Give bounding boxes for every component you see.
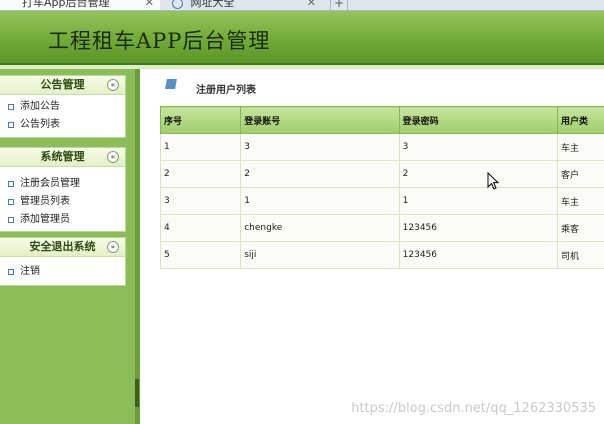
menu-group-system: 系统管理 « 注册会员管理 管理员列表 添加管理员: [0, 147, 126, 232]
cell-account: siji: [240, 241, 400, 269]
main-content: 注册用户列表 序号 登录账号 登录密码 用户类 1 3 3 车主 2 2 2 客…: [140, 69, 604, 424]
menu-group-title: 安全退出系统: [29, 240, 96, 253]
table-header-row: 序号 登录账号 登录密码 用户类: [159, 106, 604, 134]
sidebar-item-member-management[interactable]: 注册会员管理: [0, 175, 125, 193]
users-table: 序号 登录账号 登录密码 用户类 1 3 3 车主 2 2 2 客户 3 1 1…: [159, 106, 604, 269]
mouse-cursor-icon: [487, 172, 499, 190]
menu-group-title: 公告管理: [40, 78, 85, 91]
column-header-account[interactable]: 登录账号: [240, 106, 400, 134]
tab-label: 打车App后台管理: [22, 0, 110, 9]
column-header-user-type[interactable]: 用户类: [556, 106, 604, 134]
cell-id: 1: [159, 133, 242, 161]
app-header: 工程租车APP后台管理: [0, 11, 604, 65]
table-row[interactable]: 2 2 2 客户: [159, 160, 604, 188]
app-title: 工程租车APP后台管理: [48, 29, 271, 53]
cell-user-type: 乘客: [556, 214, 604, 242]
cell-password: 2: [398, 160, 558, 188]
browser-tab-active[interactable]: 打车App后台管理 ✕: [0, 0, 160, 10]
menu-group-announcements: 公告管理 « 添加公告 公告列表: [0, 75, 126, 138]
menu-group-header[interactable]: 公告管理 «: [0, 76, 125, 95]
sidebar-item-label: 管理员列表: [20, 196, 70, 207]
cell-id: 4: [159, 214, 242, 242]
cell-account: 3: [240, 133, 400, 161]
sidebar-item-label: 添加管理员: [20, 214, 70, 225]
browser-tab-strip: 打车App后台管理 ✕ 网址大全 ✕ +: [0, 0, 604, 11]
cell-id: 2: [159, 160, 242, 188]
collapse-icon[interactable]: «: [107, 79, 119, 91]
cell-user-type: 车主: [556, 187, 604, 215]
page-title: 注册用户列表: [196, 85, 256, 96]
sidebar-item-label: 注销: [20, 266, 40, 277]
column-header-password[interactable]: 登录密码: [398, 106, 558, 134]
globe-icon: [172, 0, 183, 9]
edit-icon: [165, 79, 177, 89]
cell-user-type: 车主: [556, 133, 604, 161]
sidebar: 公告管理 « 添加公告 公告列表 系统管理 « 注册会员管理 管理员列表 添加管…: [0, 69, 135, 424]
new-tab-button[interactable]: +: [330, 0, 348, 10]
table-row[interactable]: 4 chengke 123456 乘客: [159, 214, 604, 242]
cell-password: 1: [398, 187, 558, 215]
collapse-icon[interactable]: «: [107, 151, 119, 163]
splitter-handle[interactable]: [135, 379, 139, 407]
table-row[interactable]: 5 siji 123456 司机: [159, 241, 604, 269]
collapse-icon[interactable]: «: [107, 241, 119, 253]
bullet-icon: [8, 104, 14, 110]
sidebar-item-add-admin[interactable]: 添加管理员: [0, 211, 125, 229]
menu-group-header[interactable]: 安全退出系统 «: [0, 238, 125, 257]
sidebar-item-label: 注册会员管理: [20, 178, 80, 189]
bullet-icon: [8, 199, 14, 205]
bullet-icon: [8, 269, 14, 275]
close-tab-icon[interactable]: ✕: [307, 0, 316, 10]
sidebar-item-add-announcement[interactable]: 添加公告: [0, 98, 125, 116]
table-row[interactable]: 3 1 1 车主: [159, 187, 604, 215]
menu-group-logout: 安全退出系统 « 注销: [0, 237, 126, 286]
table-row[interactable]: 1 3 3 车主: [159, 133, 604, 161]
bullet-icon: [8, 217, 14, 223]
menu-group-title: 系统管理: [40, 150, 85, 163]
cell-id: 3: [159, 187, 242, 215]
sidebar-item-logout[interactable]: 注销: [0, 263, 125, 281]
bullet-icon: [8, 122, 14, 128]
watermark: https://blog.csdn.net/qq_1262330535: [351, 401, 596, 416]
cell-user-type: 司机: [556, 241, 604, 269]
sidebar-item-announcement-list[interactable]: 公告列表: [0, 116, 125, 134]
bullet-icon: [8, 181, 14, 187]
cell-id: 5: [159, 241, 242, 269]
close-tab-icon[interactable]: ✕: [145, 0, 154, 10]
cell-account: 1: [240, 187, 400, 215]
sidebar-item-label: 添加公告: [20, 101, 60, 112]
cell-account: 2: [240, 160, 400, 188]
cell-password: 3: [398, 133, 558, 161]
browser-tab-inactive[interactable]: 网址大全 ✕: [162, 0, 322, 10]
cell-user-type: 客户: [556, 160, 604, 188]
cell-password: 123456: [398, 214, 558, 242]
cell-account: chengke: [240, 214, 400, 242]
menu-group-header[interactable]: 系统管理 «: [0, 148, 125, 167]
sidebar-item-admin-list[interactable]: 管理员列表: [0, 193, 125, 211]
tab-label: 网址大全: [190, 0, 235, 9]
cell-password: 123456: [398, 241, 558, 269]
column-header-id[interactable]: 序号: [159, 106, 242, 134]
sidebar-item-label: 公告列表: [20, 119, 60, 130]
